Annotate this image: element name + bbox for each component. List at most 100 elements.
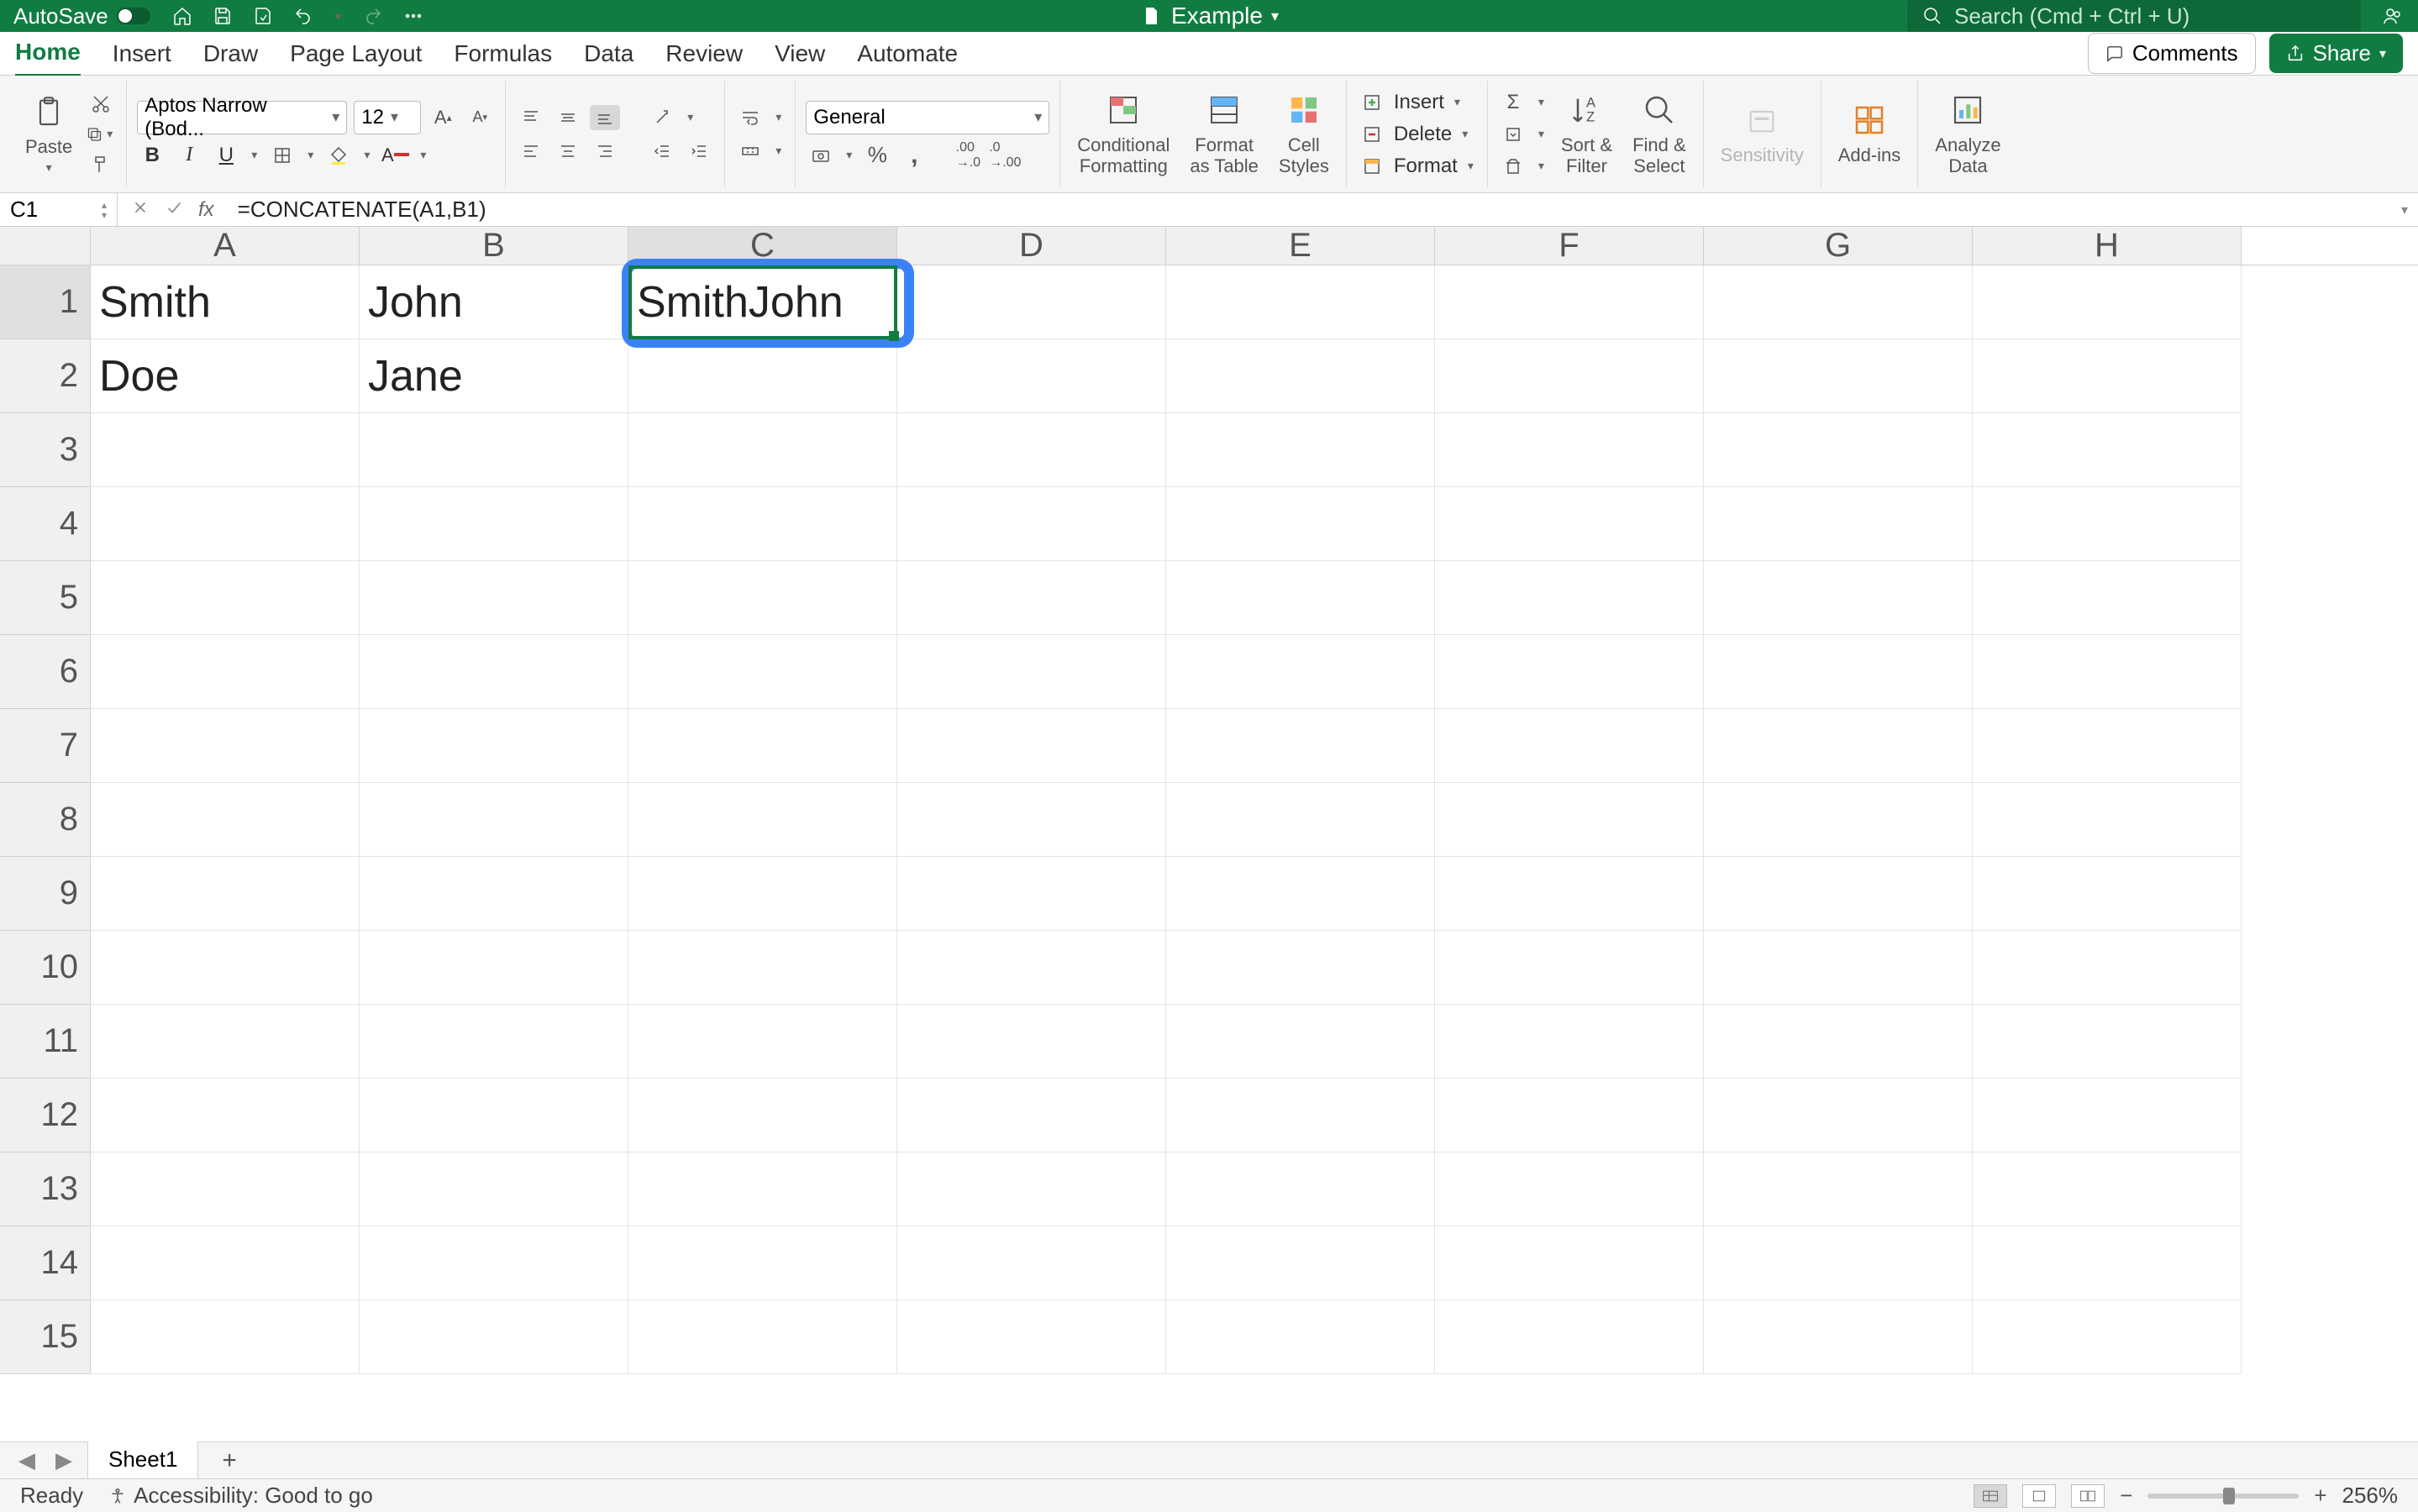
cut-icon[interactable]	[86, 92, 116, 117]
cell-A2[interactable]: Doe	[91, 339, 360, 413]
paste-button[interactable]: Paste ▾	[18, 90, 79, 178]
prev-sheet-icon[interactable]: ◀	[13, 1447, 40, 1473]
chevron-down-icon[interactable]: ▾	[417, 148, 429, 162]
row-header-13[interactable]: 13	[0, 1152, 91, 1226]
cell-H10[interactable]	[1973, 931, 2242, 1005]
cell-H15[interactable]	[1973, 1300, 2242, 1374]
cell-G9[interactable]	[1704, 857, 1973, 931]
tab-formulas[interactable]: Formulas	[454, 32, 552, 76]
row-header-9[interactable]: 9	[0, 857, 91, 931]
percent-icon[interactable]: %	[862, 143, 892, 168]
fill-color-icon[interactable]	[323, 143, 354, 168]
name-box-spinner-icon[interactable]: ▴▾	[102, 200, 107, 220]
cell-H1[interactable]	[1973, 265, 2242, 339]
cell-A10[interactable]	[91, 931, 360, 1005]
home-icon[interactable]	[171, 4, 194, 28]
cell-G13[interactable]	[1704, 1152, 1973, 1226]
italic-button[interactable]: I	[174, 143, 204, 168]
increase-decimal-icon[interactable]: .00→.0	[953, 143, 983, 168]
view-normal-icon[interactable]	[1974, 1484, 2007, 1508]
format-cells-button[interactable]: Format▾	[1357, 154, 1477, 179]
cell-B9[interactable]	[360, 857, 628, 931]
format-painter-icon[interactable]	[86, 152, 116, 177]
row-header-15[interactable]: 15	[0, 1300, 91, 1374]
col-header-F[interactable]: F	[1435, 227, 1704, 265]
cell-E7[interactable]	[1166, 709, 1435, 783]
align-center-icon[interactable]	[553, 139, 583, 164]
row-header-6[interactable]: 6	[0, 635, 91, 709]
cell-C4[interactable]	[628, 487, 897, 561]
cell-C10[interactable]	[628, 931, 897, 1005]
cell-E6[interactable]	[1166, 635, 1435, 709]
increase-indent-icon[interactable]	[684, 139, 714, 164]
cell-F1[interactable]	[1435, 265, 1704, 339]
row-header-1[interactable]: 1	[0, 265, 91, 339]
cell-C13[interactable]	[628, 1152, 897, 1226]
cell-G5[interactable]	[1704, 561, 1973, 635]
cell-A5[interactable]	[91, 561, 360, 635]
row-header-7[interactable]: 7	[0, 709, 91, 783]
decrease-font-icon[interactable]: A▾	[465, 105, 495, 130]
chevron-down-icon[interactable]: ▾	[772, 144, 785, 158]
row-header-3[interactable]: 3	[0, 413, 91, 487]
conditional-formatting-button[interactable]: Conditional Formatting	[1070, 88, 1176, 179]
cell-E3[interactable]	[1166, 413, 1435, 487]
cell-G15[interactable]	[1704, 1300, 1973, 1374]
cell-F13[interactable]	[1435, 1152, 1704, 1226]
col-header-E[interactable]: E	[1166, 227, 1435, 265]
decrease-indent-icon[interactable]	[647, 139, 677, 164]
cell-D12[interactable]	[897, 1079, 1166, 1152]
col-header-D[interactable]: D	[897, 227, 1166, 265]
cell-C1[interactable]: SmithJohn	[628, 265, 897, 339]
cell-B8[interactable]	[360, 783, 628, 857]
cell-G10[interactable]	[1704, 931, 1973, 1005]
cell-E5[interactable]	[1166, 561, 1435, 635]
cell-B14[interactable]	[360, 1226, 628, 1300]
cell-C15[interactable]	[628, 1300, 897, 1374]
cell-C8[interactable]	[628, 783, 897, 857]
cell-E8[interactable]	[1166, 783, 1435, 857]
cell-A3[interactable]	[91, 413, 360, 487]
align-right-icon[interactable]	[590, 139, 620, 164]
cell-D8[interactable]	[897, 783, 1166, 857]
autosave-cloud-icon[interactable]	[251, 4, 275, 28]
zoom-value[interactable]: 256%	[2342, 1483, 2399, 1509]
cell-B7[interactable]	[360, 709, 628, 783]
cell-B5[interactable]	[360, 561, 628, 635]
cell-G3[interactable]	[1704, 413, 1973, 487]
cell-C2[interactable]	[628, 339, 897, 413]
save-icon[interactable]	[211, 4, 234, 28]
cell-H3[interactable]	[1973, 413, 2242, 487]
cell-A13[interactable]	[91, 1152, 360, 1226]
tab-view[interactable]: View	[775, 32, 825, 76]
add-sheet-icon[interactable]: +	[208, 1446, 250, 1475]
addins-button[interactable]: Add-ins	[1832, 98, 1908, 169]
zoom-slider[interactable]	[2147, 1494, 2299, 1499]
cell-H2[interactable]	[1973, 339, 2242, 413]
more-icon[interactable]	[402, 4, 425, 28]
cell-B15[interactable]	[360, 1300, 628, 1374]
cell-H5[interactable]	[1973, 561, 2242, 635]
cell-A1[interactable]: Smith	[91, 265, 360, 339]
cell-G8[interactable]	[1704, 783, 1973, 857]
row-header-10[interactable]: 10	[0, 931, 91, 1005]
cell-D15[interactable]	[897, 1300, 1166, 1374]
chevron-down-icon[interactable]: ▾	[684, 110, 696, 124]
cell-H8[interactable]	[1973, 783, 2242, 857]
delete-cells-button[interactable]: Delete▾	[1357, 122, 1477, 147]
cell-D9[interactable]	[897, 857, 1166, 931]
merge-icon[interactable]	[735, 139, 765, 164]
wrap-text-icon[interactable]	[735, 105, 765, 130]
cell-F7[interactable]	[1435, 709, 1704, 783]
cell-D7[interactable]	[897, 709, 1166, 783]
underline-button[interactable]: U	[211, 143, 241, 168]
number-format-combo[interactable]: General▾	[806, 101, 1049, 134]
comma-icon[interactable]: ,	[899, 143, 929, 168]
cell-B12[interactable]	[360, 1079, 628, 1152]
chevron-down-icon[interactable]: ▾	[843, 148, 855, 162]
cell-F8[interactable]	[1435, 783, 1704, 857]
share-button[interactable]: Share ▾	[2269, 34, 2403, 73]
cell-A6[interactable]	[91, 635, 360, 709]
cell-H6[interactable]	[1973, 635, 2242, 709]
cell-C14[interactable]	[628, 1226, 897, 1300]
